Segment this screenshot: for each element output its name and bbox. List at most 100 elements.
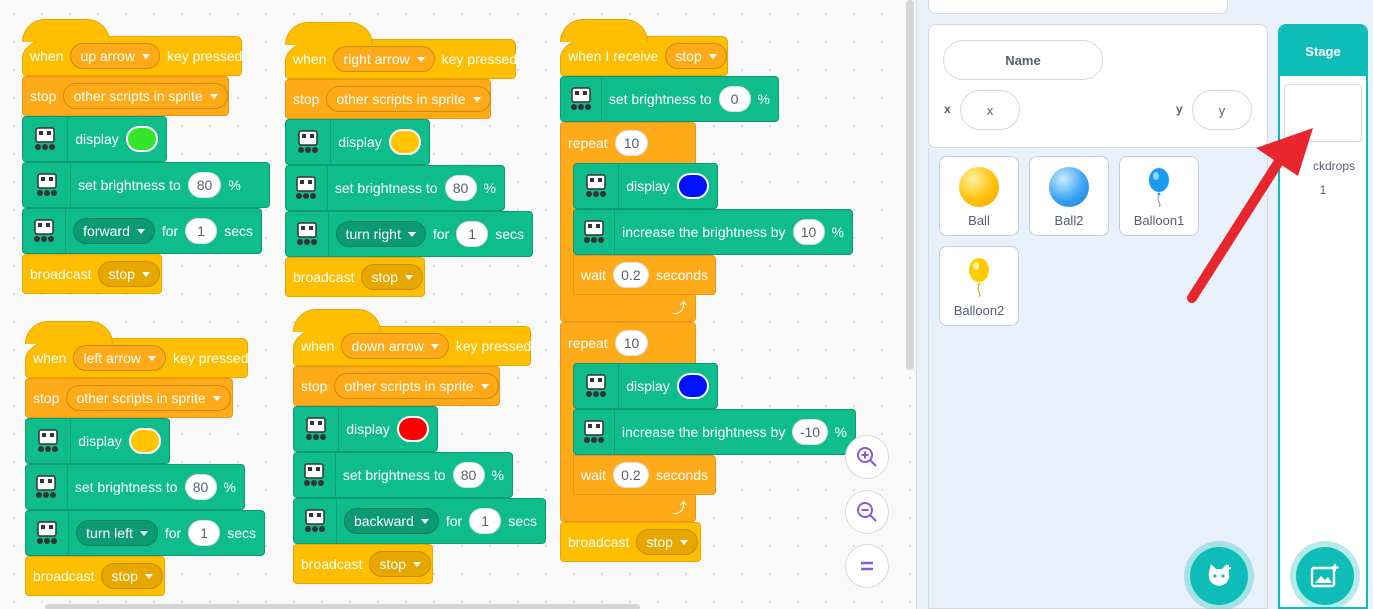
robot-car-icon xyxy=(26,511,70,555)
sprite-name-field[interactable]: Name xyxy=(943,40,1103,80)
backdrop-thumbnail[interactable] xyxy=(1284,84,1362,142)
sprite-tile[interactable]: Balloon1 xyxy=(1119,156,1199,236)
horizontal-scrollbar[interactable] xyxy=(45,604,640,609)
message-dropdown[interactable]: stop xyxy=(665,43,727,69)
when-i-receive-block[interactable]: when I receive stop xyxy=(560,19,728,76)
when-key-pressed-block[interactable]: when right arrow key pressed xyxy=(285,22,517,79)
repeat-count-input[interactable]: 10 xyxy=(614,330,649,356)
when-key-pressed-block[interactable]: when left arrow key pressed xyxy=(25,321,249,378)
choose-sprite-button[interactable] xyxy=(1190,547,1248,605)
color-picker[interactable] xyxy=(125,126,158,152)
script-up-arrow[interactable]: when up arrow key pressed stop other scr… xyxy=(22,18,272,294)
direction-dropdown[interactable]: forward xyxy=(73,218,155,244)
set-brightness-block[interactable]: set brightness to 0 % xyxy=(560,76,779,122)
zoom-out-button[interactable] xyxy=(845,490,889,534)
secs-input[interactable]: 1 xyxy=(469,508,502,534)
x-field[interactable]: x xyxy=(960,90,1020,130)
secs-input[interactable]: 1 xyxy=(456,221,489,247)
stop-dropdown[interactable]: other scripts in sprite xyxy=(66,385,231,411)
choose-backdrop-button[interactable] xyxy=(1296,547,1354,605)
zoom-in-button[interactable] xyxy=(845,435,889,479)
key-dropdown[interactable]: up arrow xyxy=(70,43,160,69)
script-left-arrow[interactable]: when left arrow key pressed stop other s… xyxy=(25,320,275,596)
robot-car-icon xyxy=(286,120,332,164)
broadcast-block[interactable]: broadcast stop xyxy=(25,556,165,596)
display-block[interactable]: display xyxy=(22,116,167,162)
broadcast-block[interactable]: broadcast stop xyxy=(22,254,162,294)
stop-dropdown[interactable]: other scripts in sprite xyxy=(326,86,491,112)
move-block[interactable]: forward for 1 secs xyxy=(22,208,262,254)
zoom-out-icon xyxy=(857,502,877,522)
sprite-tile[interactable]: Ball2 xyxy=(1029,156,1109,236)
key-dropdown[interactable]: down arrow xyxy=(341,333,449,359)
vertical-scrollbar[interactable] xyxy=(906,0,914,370)
key-dropdown[interactable]: right arrow xyxy=(333,46,435,72)
sprite-tile[interactable]: Balloon2 xyxy=(939,246,1019,326)
code-area[interactable]: when up arrow key pressed stop other scr… xyxy=(0,0,916,609)
increase-brightness-block[interactable]: increase the brightness by -10 % xyxy=(573,409,856,455)
color-picker[interactable] xyxy=(396,416,429,442)
move-block[interactable]: turn left for 1 secs xyxy=(25,510,265,556)
wait-block[interactable]: wait 0.2 seconds xyxy=(573,455,716,495)
color-picker[interactable] xyxy=(388,129,421,155)
increase-input[interactable]: 10 xyxy=(792,219,825,245)
secs-input[interactable]: 1 xyxy=(188,520,221,546)
stop-block[interactable]: stop other scripts in sprite xyxy=(22,76,229,116)
display-block[interactable]: display xyxy=(573,163,718,209)
broadcast-dropdown[interactable]: stop xyxy=(369,551,431,577)
when-key-pressed-block[interactable]: when down arrow key pressed xyxy=(293,309,531,366)
direction-dropdown[interactable]: backward xyxy=(343,508,439,534)
display-block[interactable]: display xyxy=(573,363,718,409)
brightness-input[interactable]: 0 xyxy=(718,86,751,112)
display-block[interactable]: display xyxy=(285,119,430,165)
color-picker[interactable] xyxy=(128,428,161,454)
script-down-arrow[interactable]: when down arrow key pressed stop other s… xyxy=(293,308,553,584)
display-block[interactable]: display xyxy=(25,418,170,464)
stop-dropdown[interactable]: other scripts in sprite xyxy=(334,373,499,399)
zoom-reset-button[interactable] xyxy=(845,544,889,588)
increase-input[interactable]: -10 xyxy=(792,419,828,445)
increase-brightness-block[interactable]: increase the brightness by 10 % xyxy=(573,209,853,255)
wait-input[interactable]: 0.2 xyxy=(612,262,649,288)
when-key-pressed-block[interactable]: when up arrow key pressed xyxy=(22,19,242,76)
set-brightness-block[interactable]: set brightness to 80 % xyxy=(25,464,245,510)
set-brightness-block[interactable]: set brightness to 80 % xyxy=(293,452,513,498)
y-field[interactable]: y xyxy=(1192,90,1252,130)
sprite-tile[interactable]: Ball xyxy=(939,156,1019,236)
wait-block[interactable]: wait 0.2 seconds xyxy=(573,255,716,295)
color-picker[interactable] xyxy=(676,173,709,199)
script-when-receive[interactable]: when I receive stop set brightness to 0 … xyxy=(560,18,860,562)
broadcast-block[interactable]: broadcast stop xyxy=(285,257,425,297)
broadcast-block[interactable]: broadcast stop xyxy=(293,544,433,584)
move-block[interactable]: turn right for 1 secs xyxy=(285,211,533,257)
script-right-arrow[interactable]: when right arrow key pressed stop other … xyxy=(285,21,535,297)
set-brightness-block[interactable]: set brightness to 80 % xyxy=(285,165,505,211)
color-picker[interactable] xyxy=(676,373,709,399)
broadcast-block[interactable]: broadcast stop xyxy=(560,522,701,562)
repeat-count-input[interactable]: 10 xyxy=(614,130,649,156)
brightness-input[interactable]: 80 xyxy=(444,175,477,201)
brightness-input[interactable]: 80 xyxy=(452,462,485,488)
key-dropdown[interactable]: left arrow xyxy=(73,345,167,371)
stop-block[interactable]: stop other scripts in sprite xyxy=(285,79,491,119)
set-brightness-block[interactable]: set brightness to 80 % xyxy=(22,162,270,208)
repeat-block[interactable]: repeat 10 display increase the brightnes… xyxy=(560,122,853,322)
broadcast-dropdown[interactable]: stop xyxy=(101,563,163,589)
broadcast-dropdown[interactable]: stop xyxy=(636,529,698,555)
wait-input[interactable]: 0.2 xyxy=(612,462,649,488)
stop-dropdown[interactable]: other scripts in sprite xyxy=(63,83,228,109)
stop-block[interactable]: stop other scripts in sprite xyxy=(25,378,233,418)
stop-block[interactable]: stop other scripts in sprite xyxy=(293,366,500,406)
display-block[interactable]: display xyxy=(293,406,438,452)
direction-dropdown[interactable]: turn right xyxy=(335,221,426,247)
direction-dropdown[interactable]: turn left xyxy=(76,520,158,546)
brightness-input[interactable]: 80 xyxy=(187,172,222,198)
zoom-reset-icon xyxy=(861,561,873,571)
secs-input[interactable]: 1 xyxy=(185,218,218,244)
stage-panel[interactable]: Stage ckdrops 1 xyxy=(1278,24,1368,609)
broadcast-dropdown[interactable]: stop xyxy=(98,261,160,287)
broadcast-dropdown[interactable]: stop xyxy=(361,264,423,290)
move-block[interactable]: backward for 1 secs xyxy=(293,498,546,544)
repeat-block[interactable]: repeat 10 display increase the brightnes… xyxy=(560,322,856,522)
brightness-input[interactable]: 80 xyxy=(184,474,217,500)
